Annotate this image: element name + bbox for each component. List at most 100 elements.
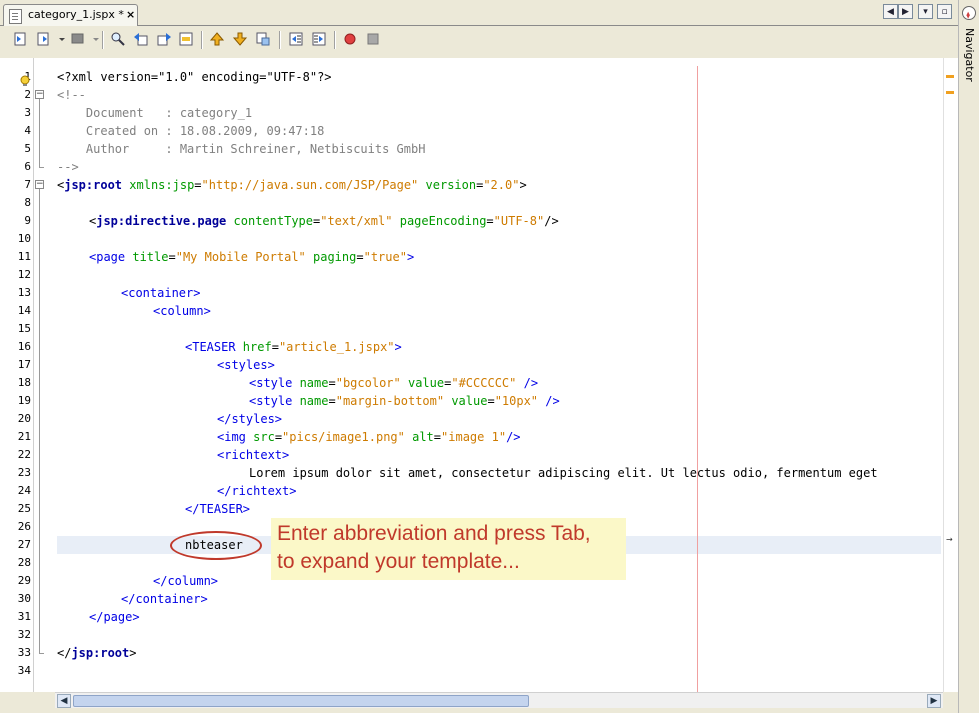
- code-area[interactable]: <?xml version="1.0" encoding="UTF-8"?> <!…: [57, 58, 941, 692]
- scroll-tabs-right-icon[interactable]: ▶: [898, 4, 913, 19]
- fold-toggle-root-icon[interactable]: −: [35, 180, 44, 189]
- code-token: =: [486, 214, 494, 228]
- code-line[interactable]: <?xml version="1.0" encoding="UTF-8"?>: [57, 68, 332, 86]
- code-token: >: [129, 646, 137, 660]
- navigator-label[interactable]: Navigator: [963, 28, 976, 82]
- shift-right-icon[interactable]: [311, 31, 327, 47]
- toolbar-separator-2: [201, 31, 203, 49]
- shift-left-icon[interactable]: [288, 31, 304, 47]
- warning-mark[interactable]: [946, 75, 954, 78]
- code-line[interactable]: </styles>: [217, 410, 282, 428]
- code-line[interactable]: <style name="margin-bottom" value="10px"…: [249, 392, 560, 410]
- line-number: 8: [24, 196, 31, 209]
- code-line[interactable]: <jsp:directive.page contentType="text/xm…: [89, 212, 559, 230]
- fold-guide-end-root: [39, 653, 44, 654]
- code-line[interactable]: <TEASER href="article_1.jspx">: [185, 338, 402, 356]
- code-line[interactable]: </column>: [153, 572, 218, 590]
- code-line[interactable]: -->: [57, 158, 79, 176]
- fold-toggle-comment-icon[interactable]: −: [35, 90, 44, 99]
- next-bookmark-icon[interactable]: [232, 31, 248, 47]
- horizontal-scrollbar[interactable]: ◀ ▶: [55, 692, 943, 709]
- scrollbar-thumb[interactable]: [73, 695, 529, 707]
- code-token: =: [356, 250, 364, 264]
- find-icon[interactable]: [110, 31, 126, 47]
- warning-mark-2[interactable]: [946, 91, 954, 94]
- line-number: 15: [17, 322, 31, 335]
- code-token: />: [516, 376, 539, 390]
- last-edit-icon[interactable]: [70, 31, 86, 47]
- code-line[interactable]: Created on : 18.08.2009, 09:47:18: [57, 122, 324, 140]
- code-line[interactable]: </richtext>: [217, 482, 296, 500]
- code-token: "UTF-8": [493, 214, 545, 228]
- maximize-window-icon[interactable]: ▫: [937, 4, 952, 19]
- code-line[interactable]: </page>: [89, 608, 140, 626]
- dropdown-arrow-2-icon[interactable]: [88, 31, 99, 47]
- line-number: 23: [17, 466, 31, 479]
- ide-window: category_1.jspx * × ◀ ▶ ▾ ▫ 2 3 4 5 6 7 …: [0, 0, 979, 713]
- code-line[interactable]: <page title="My Mobile Portal" paging="t…: [89, 248, 414, 266]
- code-line[interactable]: <img src="pics/image1.png" alt="image 1"…: [217, 428, 521, 446]
- code-line[interactable]: </jsp:root>: [57, 644, 136, 662]
- navigator-compass-icon[interactable]: [962, 6, 976, 20]
- code-token: =: [433, 430, 442, 444]
- code-line[interactable]: </TEASER>: [185, 500, 250, 518]
- code-token: "bgcolor": [335, 376, 401, 390]
- code-token: <container>: [121, 286, 201, 300]
- code-line[interactable]: <styles>: [217, 356, 275, 374]
- dropdown-arrow-icon[interactable]: [54, 31, 65, 47]
- toggle-highlight-icon[interactable]: [178, 31, 194, 47]
- line-number: 22: [17, 448, 31, 461]
- code-token: "2.0": [483, 178, 520, 192]
- code-line[interactable]: <richtext>: [217, 446, 289, 464]
- code-line[interactable]: Author : Martin Schreiner, Netbiscuits G…: [57, 140, 426, 158]
- code-token: -->: [57, 160, 79, 174]
- line-number: 26: [17, 520, 31, 533]
- toolbar-separator-3: [279, 31, 281, 49]
- code-editor[interactable]: 1234567891011121314151617181920212223242…: [0, 58, 958, 692]
- tab-category-1-jspx[interactable]: category_1.jspx * ×: [3, 4, 138, 26]
- code-token: =: [328, 394, 336, 408]
- line-number: 13: [17, 286, 31, 299]
- code-line[interactable]: </container>: [121, 590, 208, 608]
- code-line[interactable]: Lorem ipsum dolor sit amet, consectetur …: [249, 464, 878, 482]
- find-previous-icon[interactable]: [133, 31, 149, 47]
- scroll-tabs-left-icon[interactable]: ◀: [883, 4, 898, 19]
- code-token: name: [299, 394, 329, 408]
- code-token: alt: [412, 430, 434, 444]
- code-token: </container>: [121, 592, 208, 606]
- code-token: "article_1.jspx": [278, 340, 395, 354]
- show-opened-documents-icon[interactable]: ▾: [918, 4, 933, 19]
- code-token: </TEASER>: [185, 502, 251, 516]
- navigator-panel[interactable]: Navigator: [958, 0, 979, 713]
- hint-lightbulb-icon[interactable]: [19, 72, 31, 86]
- back-history-icon[interactable]: [12, 31, 28, 47]
- code-line[interactable]: Document : category_1: [57, 104, 252, 122]
- error-stripe: →: [943, 58, 959, 692]
- code-token: =: [328, 376, 336, 390]
- code-line[interactable]: <jsp:root xmlns:jsp="http://java.sun.com…: [57, 176, 527, 194]
- close-tab-icon[interactable]: ×: [126, 8, 135, 21]
- code-line[interactable]: <container>: [121, 284, 200, 302]
- previous-bookmark-icon[interactable]: [209, 31, 225, 47]
- find-next-icon[interactable]: [156, 31, 172, 47]
- start-macro-icon[interactable]: [342, 31, 358, 47]
- line-number: 3: [24, 106, 31, 119]
- forward-history-icon[interactable]: [36, 31, 52, 47]
- scroll-left-arrow-icon[interactable]: ◀: [57, 694, 71, 708]
- code-line[interactable]: <style name="bgcolor" value="#CCCCCC" />: [249, 374, 538, 392]
- stop-macro-icon[interactable]: [365, 31, 381, 47]
- code-token: <TEASER: [185, 340, 243, 354]
- code-line[interactable]: <!--: [57, 86, 86, 104]
- code-token: </richtext>: [217, 484, 297, 498]
- code-token: jsp:root: [64, 178, 123, 192]
- code-token: >: [519, 178, 527, 192]
- line-number: 4: [24, 124, 31, 137]
- line-number: 24: [17, 484, 31, 497]
- code-line[interactable]: <column>: [153, 302, 211, 320]
- toggle-bookmark-icon[interactable]: [255, 31, 271, 47]
- callout-line-1: Enter abbreviation and press Tab,: [277, 522, 591, 545]
- code-token: />: [506, 430, 521, 444]
- scroll-right-arrow-icon[interactable]: ▶: [927, 694, 941, 708]
- line-number: 16: [17, 340, 31, 353]
- code-token: <style: [249, 376, 300, 390]
